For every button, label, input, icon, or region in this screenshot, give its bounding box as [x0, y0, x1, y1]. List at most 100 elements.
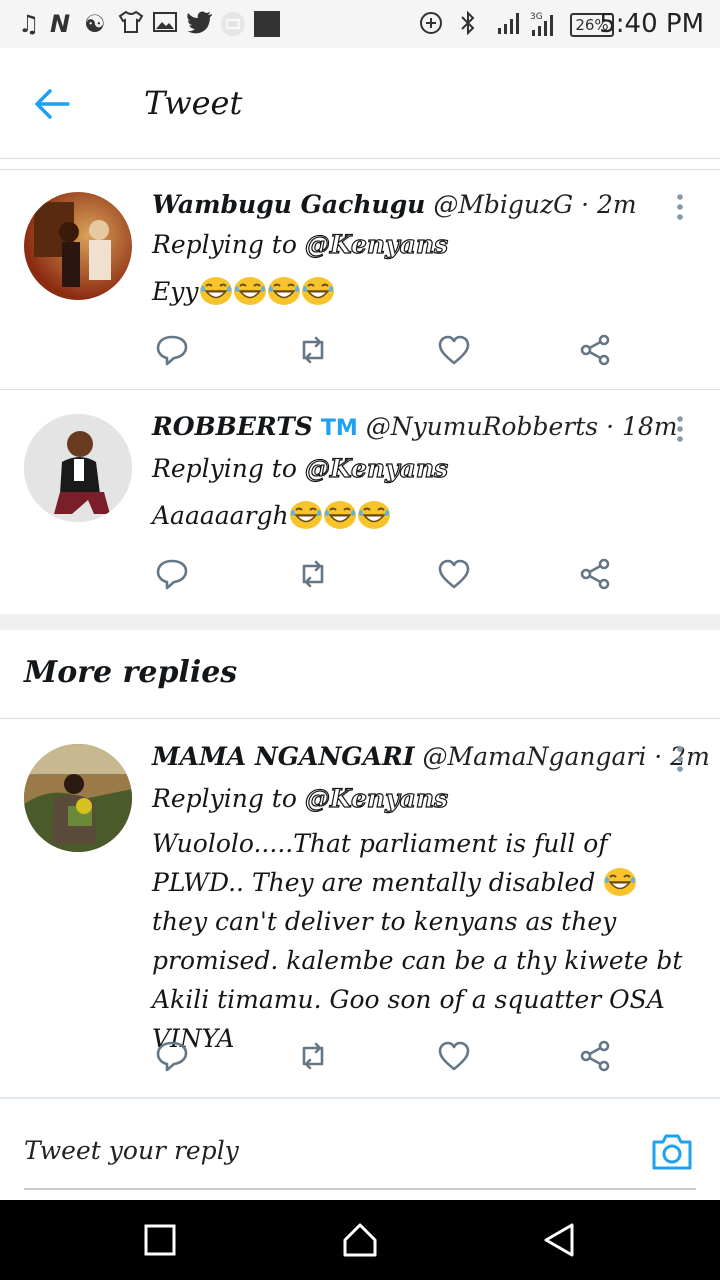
replying-to-line: Replying to @Kenyans [152, 229, 449, 259]
avatar[interactable] [24, 192, 132, 300]
camera-icon [652, 1134, 692, 1170]
retweet-button[interactable] [295, 332, 331, 368]
tweet-text-part: Wuololo.....That parliament is full of P… [152, 829, 608, 897]
reply-input[interactable]: Tweet your reply [24, 1136, 239, 1165]
avatar[interactable] [24, 744, 132, 852]
tweet-header: ROBBERTS TM @NyumuRobberts · 18m [152, 412, 677, 441]
user-name[interactable]: Wambugu Gachugu [152, 190, 425, 219]
more-options-button[interactable] [668, 744, 692, 774]
laughing-face-emoji [323, 500, 357, 530]
tm-badge: TM [320, 416, 358, 441]
n-app-icon: N [50, 10, 71, 38]
tweet-text: Wuololo.....That parliament is full of P… [152, 824, 697, 1058]
camera-button[interactable] [650, 1130, 694, 1174]
shirt-icon [118, 10, 144, 40]
tweet-time: · 2m [581, 190, 637, 219]
laughing-emoji-group [199, 277, 335, 306]
reply-button[interactable] [154, 1038, 190, 1074]
more-options-button[interactable] [668, 192, 692, 222]
tweet-actions [0, 556, 720, 596]
share-button[interactable] [577, 556, 613, 592]
more-options-button[interactable] [668, 414, 692, 444]
like-button[interactable] [436, 1038, 472, 1074]
reply-button[interactable] [154, 556, 190, 592]
mention-link[interactable]: @Kenyans [304, 783, 448, 813]
laughing-emoji-group [289, 501, 391, 530]
home-icon [343, 1223, 377, 1257]
mention-link[interactable]: @Kenyans [304, 453, 448, 483]
laughing-face-emoji [301, 276, 335, 306]
user-handle[interactable]: @NyumuRobberts [366, 412, 598, 441]
tweet-time: · 18m [606, 412, 678, 441]
retweet-button[interactable] [295, 1038, 331, 1074]
back-nav-button[interactable] [540, 1220, 580, 1260]
gallery-icon [152, 10, 178, 40]
tweet-actions [0, 1038, 720, 1078]
more-vertical-icon [677, 746, 683, 772]
divider [0, 158, 720, 159]
mention-link[interactable]: @Kenyans [304, 229, 448, 259]
user-name[interactable]: MAMA NGANGARI [152, 742, 415, 771]
tweet-text: Aaaaaargh [152, 500, 391, 530]
square-app-icon [254, 11, 280, 43]
share-button[interactable] [577, 332, 613, 368]
signal-3g-icon: 3G [528, 10, 560, 44]
status-bar: ♫ N ☯ 3G 26% 5:40 PM [0, 0, 720, 48]
laughing-face-emoji [289, 500, 323, 530]
bluetooth-icon [458, 10, 478, 42]
recents-button[interactable] [140, 1220, 180, 1260]
laughing-emoji [603, 868, 637, 897]
share-icon [580, 558, 610, 590]
retweet-icon [302, 336, 324, 364]
replying-to-prefix: Replying to [152, 784, 297, 813]
page-title: Tweet [144, 84, 243, 122]
signal-icon [496, 10, 522, 42]
reply-input-underline [24, 1188, 696, 1190]
laughing-face-emoji [603, 867, 637, 897]
user-handle[interactable]: @MamaNgangari [422, 742, 646, 771]
tweet-header: Wambugu Gachugu @MbiguzG · 2m [152, 190, 637, 219]
replying-to-line: Replying to @Kenyans [152, 783, 449, 813]
like-button[interactable] [436, 556, 472, 592]
laughing-face-emoji [233, 276, 267, 306]
more-vertical-icon [677, 416, 683, 442]
share-button[interactable] [577, 1038, 613, 1074]
status-time: 5:40 PM [599, 9, 704, 39]
home-button[interactable] [340, 1220, 380, 1260]
reply-button[interactable] [154, 332, 190, 368]
replying-to-line: Replying to @Kenyans [152, 453, 449, 483]
avatar[interactable] [24, 414, 132, 522]
divider [0, 1097, 720, 1099]
user-handle[interactable]: @MbiguzG [433, 190, 573, 219]
laughing-face-emoji [199, 276, 233, 306]
tweet-card[interactable]: MAMA NGANGARI @MamaNgangari · 2m Replyin… [0, 720, 720, 1096]
replying-to-prefix: Replying to [152, 454, 297, 483]
retweet-button[interactable] [295, 556, 331, 592]
tweet-text-content: Eyy [152, 277, 199, 306]
back-triangle-icon [544, 1223, 574, 1257]
tweet-card[interactable]: ROBBERTS TM @NyumuRobberts · 18m Replyin… [0, 390, 720, 614]
share-icon [580, 334, 610, 366]
more-vertical-icon [677, 194, 683, 220]
network-type-label: 3G [530, 12, 543, 22]
tweet-actions [0, 332, 720, 372]
user-name[interactable]: ROBBERTS [152, 412, 313, 441]
laughing-face-emoji [267, 276, 301, 306]
more-replies-heading: More replies [24, 655, 238, 690]
like-icon [438, 559, 470, 589]
tweet-header: MAMA NGANGARI @MamaNgangari · 2m [152, 742, 710, 771]
music-icon: ♫ [18, 10, 40, 38]
tweet-card[interactable]: Wambugu Gachugu @MbiguzG · 2m Replying t… [0, 170, 720, 388]
back-button[interactable] [32, 84, 80, 124]
tweet-text-content: Aaaaaargh [152, 501, 289, 530]
retweet-icon [302, 560, 324, 588]
data-saver-icon [418, 10, 444, 42]
like-icon [438, 1041, 470, 1071]
like-button[interactable] [436, 332, 472, 368]
system-nav-bar [0, 1200, 720, 1280]
recents-square-icon [144, 1224, 176, 1256]
retweet-icon [302, 1042, 324, 1070]
reply-icon [156, 1041, 188, 1072]
app-header: Tweet [0, 48, 720, 158]
share-icon [580, 1040, 610, 1072]
